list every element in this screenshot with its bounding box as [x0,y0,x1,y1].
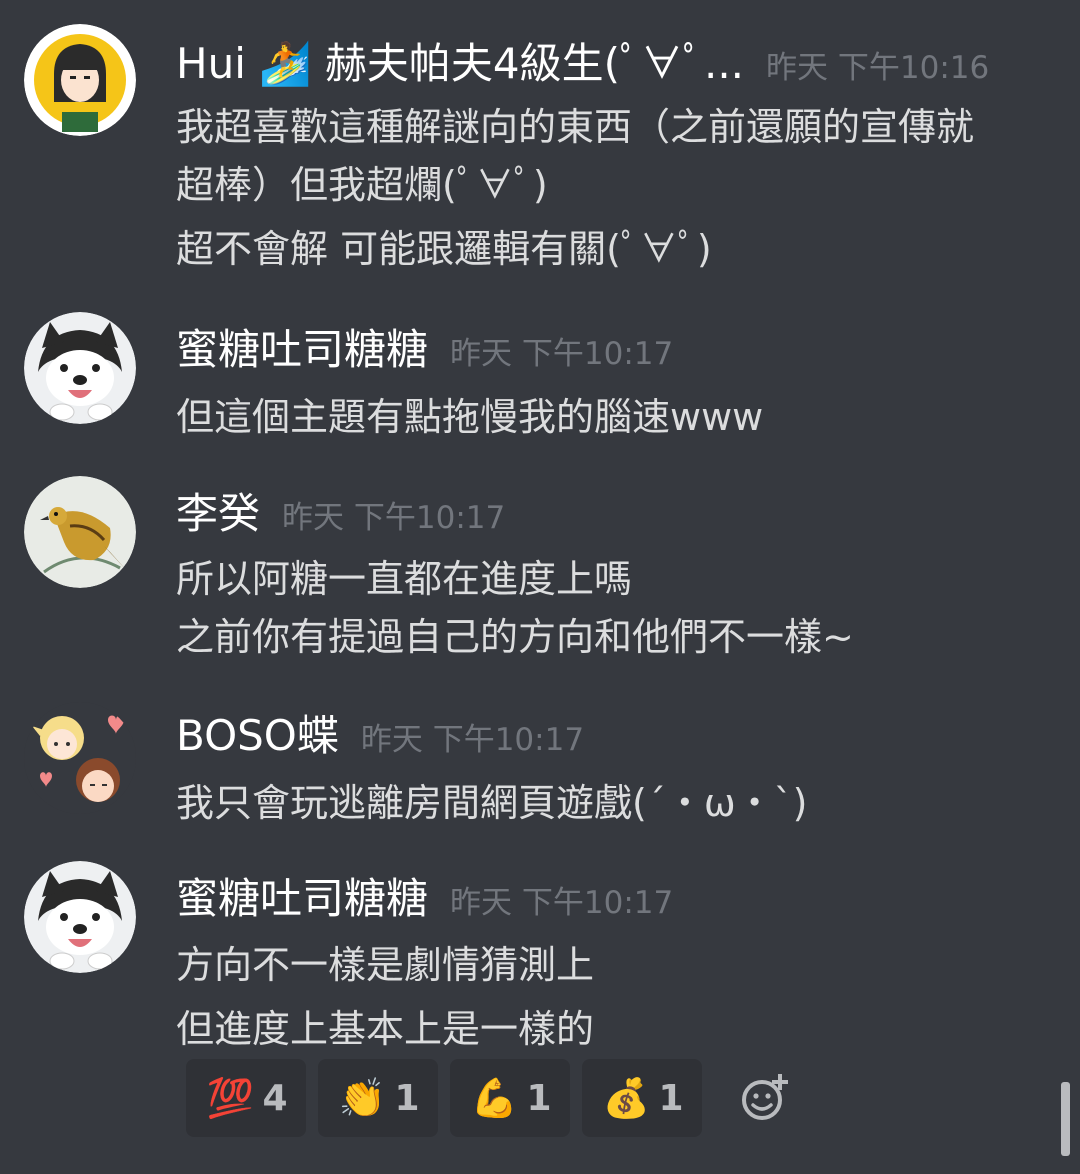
money-bag-icon: 💰 [602,1076,651,1120]
username[interactable]: 李癸 [176,480,260,541]
reaction-count: 1 [394,1077,420,1119]
message-text: 我超喜歡這種解謎向的東西（之前還願的宣傳就 [176,105,975,149]
message-text: 所以阿糖一直都在進度上嗎 [176,557,633,601]
message-text: 超不會解 可能跟邏輯有關(ﾟ∀ﾟ) [176,227,712,271]
add-reaction-icon[interactable] [738,1070,794,1126]
scrollbar-thumb[interactable] [1061,1082,1070,1156]
reaction-flexed-biceps[interactable]: 💪 1 [450,1059,570,1137]
reaction-count: 4 [262,1077,288,1119]
message-header: 蜜糖吐司糖糖 昨天 下午10:17 [176,316,673,376]
timestamp: 昨天 下午10:17 [450,336,674,372]
reaction-money-bag[interactable]: 💰 1 [582,1059,702,1137]
avatar[interactable] [24,312,136,424]
avatar[interactable] [24,476,136,588]
reaction-count: 1 [658,1077,684,1119]
reaction-clapping-hands[interactable]: 👏 1 [318,1059,438,1137]
message-text: 但進度上基本上是一樣的 [176,1007,595,1051]
username[interactable]: BOSO蝶 [176,702,339,763]
timestamp: 昨天 下午10:17 [282,500,506,536]
message-header: 蜜糖吐司糖糖 昨天 下午10:17 [176,865,673,925]
timestamp: 昨天 下午10:17 [360,722,585,758]
username[interactable]: 蜜糖吐司糖糖 [176,865,428,926]
avatar[interactable] [24,702,136,814]
message-text: 我只會玩逃離房間網頁遊戲(´・ω・`) [176,781,808,825]
message-header: BOSO蝶 昨天 下午10:17 [176,702,584,762]
username[interactable]: 蜜糖吐司糖糖 [176,316,428,377]
hundred-points-icon: 💯 [206,1076,255,1120]
message-text: 之前你有提過自己的方向和他們不一樣~ [176,615,854,659]
avatar-girl-image [24,24,136,136]
avatar[interactable] [24,861,136,973]
message-text: 方向不一樣是劇情猜測上 [176,943,595,987]
message-header: 李癸 昨天 下午10:17 [176,480,505,540]
reaction-hundred-points[interactable]: 💯 4 [186,1059,306,1137]
message-header: Hui 🏄 赫夫帕夫4級生(ﾟ∀ﾟ... 昨天 下午10:16 [176,30,989,90]
reaction-count: 1 [526,1077,552,1119]
avatar-bird-image [24,476,136,588]
flexed-biceps-icon: 💪 [470,1076,519,1120]
avatar-husky-image [24,861,136,973]
avatar-husky-image [24,312,136,424]
reactions-bar: 💯 4 👏 1 💪 1 💰 1 [186,1059,794,1137]
timestamp: 昨天 下午10:16 [766,50,990,86]
avatar[interactable] [24,24,136,136]
username[interactable]: Hui 🏄 赫夫帕夫4級生(ﾟ∀ﾟ... [176,30,744,91]
clapping-hands-icon: 👏 [338,1076,387,1120]
message-text: 超棒）但我超爛(ﾟ∀ﾟ) [176,163,548,207]
avatar-couple-image [24,702,136,814]
message-text: 但這個主題有點拖慢我的腦速www [176,395,764,439]
timestamp: 昨天 下午10:17 [450,885,674,921]
chat-message-list[interactable]: Hui 🏄 赫夫帕夫4級生(ﾟ∀ﾟ... 昨天 下午10:16 我超喜歡這種解謎… [0,0,1080,1174]
